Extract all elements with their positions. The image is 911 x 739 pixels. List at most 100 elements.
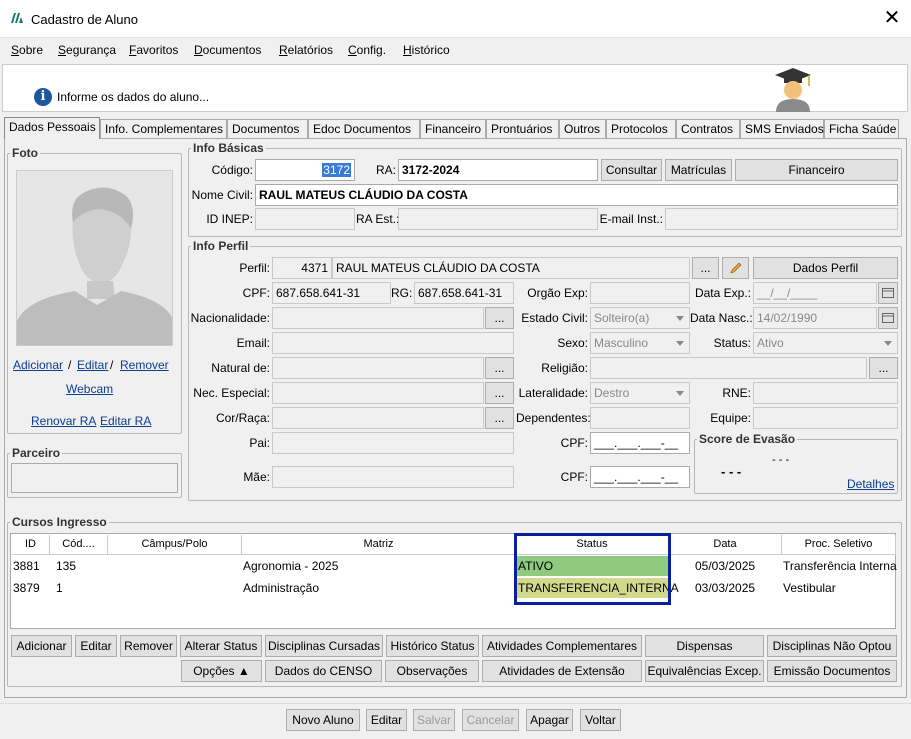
- foto-remover-link[interactable]: Remover: [120, 358, 169, 372]
- col-header-id[interactable]: ID: [12, 535, 50, 555]
- financeiro-button[interactable]: Financeiro: [735, 159, 898, 181]
- webcam-link[interactable]: Webcam: [66, 382, 113, 396]
- dispensas-button[interactable]: Dispensas: [645, 635, 764, 657]
- novo-aluno-button[interactable]: Novo Aluno: [286, 709, 360, 731]
- data-exp-input[interactable]: __/__/____: [753, 282, 877, 304]
- alterar-status-button[interactable]: Alterar Status: [180, 635, 262, 657]
- cancelar-button[interactable]: Cancelar: [462, 709, 519, 731]
- menu-relatorios[interactable]: Relatórios: [279, 43, 333, 57]
- rg-input[interactable]: 687.658.641-31: [414, 282, 514, 304]
- table-row[interactable]: 3879 1 Administração TRANSFERENCIA_INTER…: [11, 577, 895, 599]
- atividades-complementares-button[interactable]: Atividades Complementares: [482, 635, 642, 657]
- id-inep-input[interactable]: [255, 208, 355, 230]
- remover-curso-button[interactable]: Remover: [120, 635, 177, 657]
- natural-de-lookup-button[interactable]: ...: [485, 357, 514, 379]
- lateralidade-select[interactable]: Destro: [590, 382, 690, 404]
- tab-edoc-documentos[interactable]: Edoc Documentos: [308, 119, 420, 138]
- observacoes-button[interactable]: Observações: [385, 660, 479, 682]
- menu-historico[interactable]: Histórico: [403, 43, 450, 57]
- menu-documentos[interactable]: Documentos: [194, 43, 261, 57]
- pai-label: Pai:: [249, 436, 270, 450]
- tab-dados-pessoais[interactable]: Dados Pessoais: [4, 117, 100, 139]
- pai-input[interactable]: [272, 432, 514, 454]
- ra-input[interactable]: 3172-2024: [398, 159, 598, 181]
- atividades-extensao-button[interactable]: Atividades de Extensão: [482, 660, 642, 682]
- col-header-data[interactable]: Data: [669, 535, 782, 555]
- nacionalidade-input[interactable]: [272, 307, 484, 329]
- salvar-button[interactable]: Salvar: [413, 709, 455, 731]
- data-nasc-input[interactable]: 14/02/1990: [753, 307, 877, 329]
- cor-raca-lookup-button[interactable]: ...: [485, 407, 514, 429]
- cpf-mae-input[interactable]: ___.___.___-__: [590, 466, 690, 488]
- close-icon[interactable]: ✕: [880, 7, 904, 31]
- editar-button[interactable]: Editar: [366, 709, 407, 731]
- email-inst-input[interactable]: [665, 208, 898, 230]
- data-exp-calendar-icon[interactable]: [878, 282, 898, 304]
- disciplinas-cursadas-button[interactable]: Disciplinas Cursadas: [265, 635, 383, 657]
- col-header-cod[interactable]: Cód....: [50, 535, 108, 555]
- cpf-input[interactable]: 687.658.641-31: [272, 282, 391, 304]
- mae-input[interactable]: [272, 466, 514, 488]
- consultar-button[interactable]: Consultar: [601, 159, 662, 181]
- emissao-documentos-button[interactable]: Emissão Documentos: [767, 660, 897, 682]
- matriculas-button[interactable]: Matrículas: [665, 159, 732, 181]
- foto-adicionar-link[interactable]: Adicionar: [13, 358, 63, 372]
- nacionalidade-lookup-button[interactable]: ...: [485, 307, 514, 329]
- perfil-nome-input[interactable]: RAUL MATEUS CLÁUDIO DA COSTA: [332, 257, 690, 279]
- apagar-button[interactable]: Apagar: [526, 709, 573, 731]
- tab-contratos[interactable]: Contratos: [676, 119, 740, 138]
- renovar-ra-link[interactable]: Renovar RA: [31, 414, 96, 428]
- dados-censo-button[interactable]: Dados do CENSO: [265, 660, 382, 682]
- data-nasc-calendar-icon[interactable]: [878, 307, 898, 329]
- estado-civil-select[interactable]: Solteiro(a): [590, 307, 690, 329]
- orgao-exp-input[interactable]: [590, 282, 690, 304]
- menu-sobre[interactable]: Sobre: [11, 43, 43, 57]
- tab-protocolos[interactable]: Protocolos: [606, 119, 676, 138]
- status-select[interactable]: Ativo: [753, 332, 898, 354]
- menu-config[interactable]: Config.: [348, 43, 386, 57]
- detalhes-link[interactable]: Detalhes: [847, 477, 894, 491]
- tab-ficha-saude[interactable]: Ficha Saúde: [824, 119, 899, 138]
- voltar-button[interactable]: Voltar: [580, 709, 621, 731]
- col-header-matriz[interactable]: Matriz: [242, 535, 516, 555]
- ra-est-input[interactable]: [398, 208, 598, 230]
- menu-seguranca[interactable]: Segurança: [58, 43, 116, 57]
- tab-info-complementares[interactable]: Info. Complementares: [100, 119, 227, 138]
- codigo-input[interactable]: 3172: [255, 159, 355, 181]
- nome-civil-input[interactable]: RAUL MATEUS CLÁUDIO DA COSTA: [255, 184, 898, 206]
- tab-prontuarios[interactable]: Prontuários: [486, 119, 559, 138]
- dados-perfil-button[interactable]: Dados Perfil: [753, 257, 898, 279]
- rne-input[interactable]: [753, 382, 898, 404]
- tab-financeiro[interactable]: Financeiro: [420, 119, 486, 138]
- cor-raca-input[interactable]: [272, 407, 484, 429]
- adicionar-curso-button[interactable]: Adicionar: [11, 635, 72, 657]
- parceiro-field[interactable]: [11, 463, 178, 493]
- foto-editar-link[interactable]: Editar: [77, 358, 108, 372]
- table-row[interactable]: 3881 135 Agronomia - 2025 ATIVO 05/03/20…: [11, 555, 897, 577]
- col-header-proc[interactable]: Proc. Seletivo: [782, 535, 896, 555]
- sexo-select[interactable]: Masculino: [590, 332, 690, 354]
- cpf-pai-input[interactable]: ___.___.___-__: [590, 432, 690, 454]
- tab-documentos[interactable]: Documentos: [227, 119, 308, 138]
- col-header-campus[interactable]: Câmpus/Polo: [108, 535, 242, 555]
- tab-outros[interactable]: Outros: [559, 119, 606, 138]
- tab-sms-enviados[interactable]: SMS Enviados: [740, 119, 824, 138]
- equipe-input[interactable]: [753, 407, 898, 429]
- religiao-lookup-button[interactable]: ...: [869, 357, 898, 379]
- dependentes-input[interactable]: [590, 407, 690, 429]
- disciplinas-nao-optou-button[interactable]: Disciplinas Não Optou: [767, 635, 897, 657]
- email-input[interactable]: [272, 332, 514, 354]
- nec-especial-input[interactable]: [272, 382, 484, 404]
- perfil-id-input[interactable]: 4371: [272, 257, 332, 279]
- editar-ra-link[interactable]: Editar RA: [100, 414, 151, 428]
- natural-de-input[interactable]: [272, 357, 484, 379]
- editar-curso-button[interactable]: Editar: [75, 635, 117, 657]
- opcoes-button[interactable]: Opções ▲: [181, 660, 262, 682]
- perfil-edit-button[interactable]: [722, 257, 749, 279]
- equivalencias-excep-button[interactable]: Equivalências Excep.: [645, 660, 764, 682]
- menu-favoritos[interactable]: Favoritos: [129, 43, 178, 57]
- religiao-input[interactable]: [590, 357, 867, 379]
- historico-status-button[interactable]: Histórico Status: [386, 635, 479, 657]
- nec-especial-lookup-button[interactable]: ...: [485, 382, 514, 404]
- perfil-lookup-button[interactable]: ...: [692, 257, 719, 279]
